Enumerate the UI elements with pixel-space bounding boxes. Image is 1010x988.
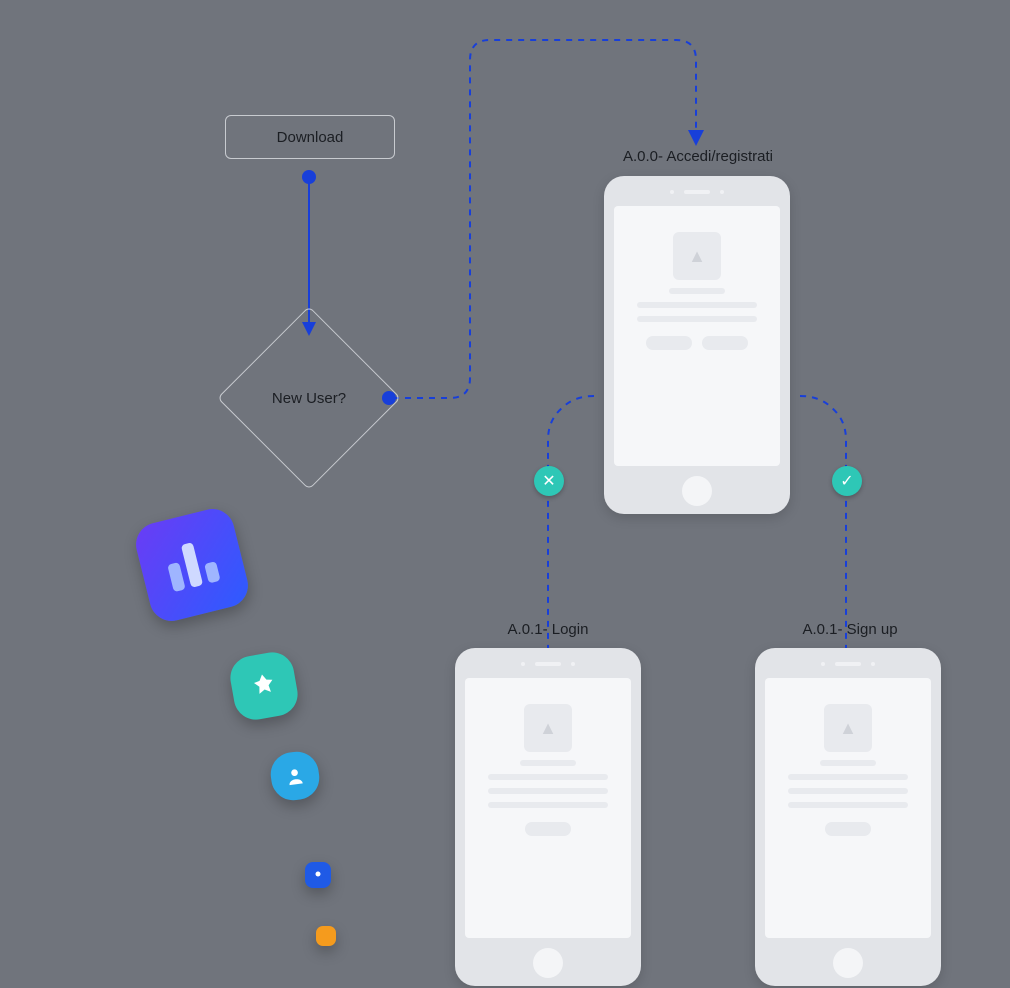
- download-label: Download: [277, 129, 344, 146]
- close-icon: ✕: [542, 471, 555, 491]
- image-placeholder-icon: ▲: [824, 704, 872, 752]
- phone-accedi[interactable]: ▲: [604, 176, 790, 514]
- app-icon-small-orange: [316, 926, 336, 946]
- check-icon: ✓: [840, 471, 853, 491]
- bar-chart-icon: [163, 538, 220, 592]
- connector-dot: [382, 391, 396, 405]
- phone-signup[interactable]: ▲: [755, 648, 941, 986]
- image-placeholder-icon: ▲: [673, 232, 721, 280]
- download-node[interactable]: Download: [225, 115, 395, 159]
- image-placeholder-icon: ▲: [524, 704, 572, 752]
- badge-yes: ✓: [832, 466, 862, 496]
- flow-canvas: Download New User? A.0.0- Accedi/registr…: [0, 0, 1010, 988]
- screen-label-signup: A.0.1- Sign up: [770, 621, 930, 638]
- app-icon-small-blue: [305, 862, 331, 888]
- decision-label: New User?: [272, 390, 346, 407]
- screen-label-accedi: A.0.0- Accedi/registrati: [588, 148, 808, 165]
- connector-dot: [302, 170, 316, 184]
- phone-login[interactable]: ▲: [455, 648, 641, 986]
- new-user-decision[interactable]: New User?: [244, 333, 374, 463]
- badge-no: ✕: [534, 466, 564, 496]
- screen-label-login: A.0.1- Login: [468, 621, 628, 638]
